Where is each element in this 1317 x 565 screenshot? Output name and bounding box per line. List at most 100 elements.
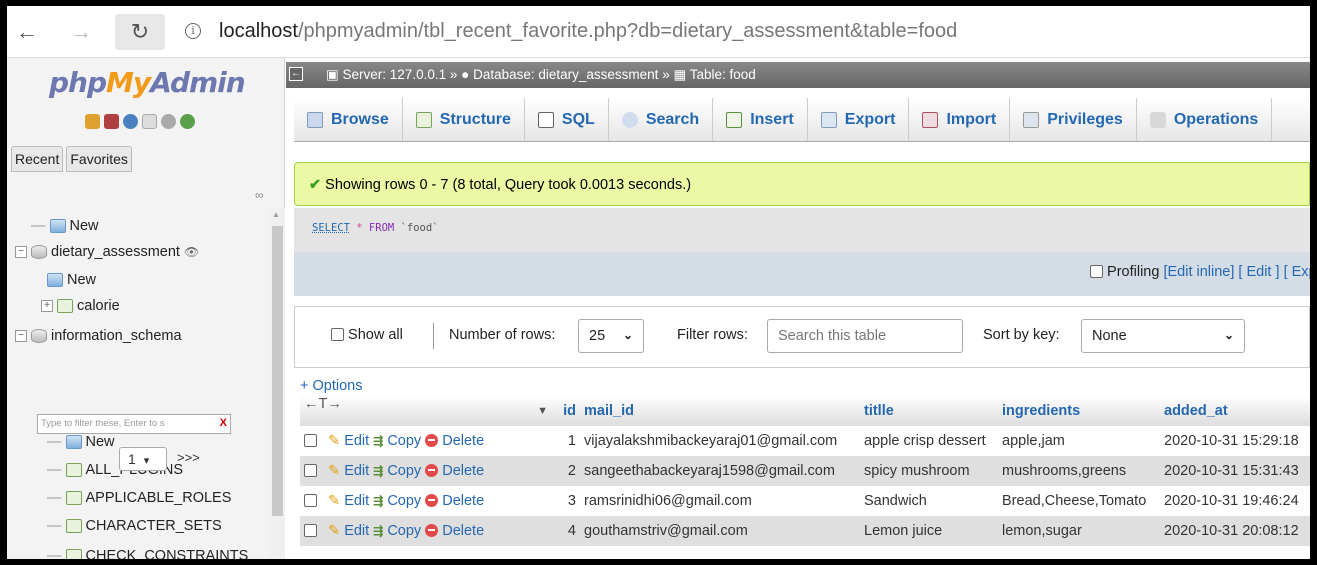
- tree-next-page-link[interactable]: >>>: [177, 450, 200, 465]
- phpmyadmin-logo[interactable]: phpMyAdmin: [49, 66, 246, 99]
- number-of-rows-select[interactable]: 25 ⌄: [578, 319, 644, 353]
- table-icon: ▦: [673, 67, 687, 82]
- info-icon[interactable]: i: [185, 23, 201, 39]
- sort-by-key-label: Sort by key:: [983, 327, 1060, 343]
- reload-button[interactable]: ↻: [115, 14, 165, 50]
- tab-structure[interactable]: Structure: [403, 98, 525, 141]
- profiling-checkbox[interactable]: [1090, 265, 1103, 278]
- breadcrumb-server[interactable]: Server: 127.0.0.1: [343, 67, 447, 82]
- copy-row-link[interactable]: ⇶ Copy: [373, 433, 421, 449]
- tab-search[interactable]: Search: [609, 98, 714, 141]
- tab-privileges[interactable]: Privileges: [1010, 98, 1137, 141]
- forward-arrow-icon: →: [70, 19, 92, 44]
- pencil-icon: ✎: [328, 493, 341, 509]
- settings-gear-icon[interactable]: [161, 114, 176, 129]
- column-header-id[interactable]: id: [552, 396, 580, 426]
- tab-browse[interactable]: Browse: [294, 98, 403, 141]
- main-panel: ▣ Server: 127.0.0.1 » ● Database: dietar…: [286, 58, 1310, 559]
- breadcrumb-table[interactable]: Table: food: [690, 67, 756, 82]
- scroll-up-icon[interactable]: ▲: [272, 210, 280, 219]
- filter-rows-input[interactable]: Search this table: [767, 319, 963, 353]
- delete-row-link[interactable]: Delete: [425, 523, 484, 539]
- tree-item-new-table[interactable]: New: [47, 272, 96, 288]
- row-checkbox[interactable]: [304, 494, 317, 507]
- column-header-ingredients[interactable]: ingredients: [998, 396, 1160, 426]
- tree-item-check-constraints[interactable]: — CHECK_CONSTRAINTS: [47, 548, 248, 559]
- reload-navigation-icon[interactable]: [180, 114, 195, 129]
- collapse-icon[interactable]: −: [15, 330, 27, 342]
- window: ← → ↻ i localhost/phpmyadmin/tbl_recent_…: [7, 6, 1310, 559]
- sidebar-scroll-thumb[interactable]: [272, 226, 283, 516]
- forward-button[interactable]: →: [63, 14, 99, 50]
- tree-item-new-view[interactable]: — New: [47, 434, 115, 450]
- edit-link[interactable]: [ Edit ]: [1238, 264, 1279, 280]
- tree-filter-input[interactable]: Type to filter these, Enter to sX: [37, 414, 231, 434]
- tree-page-select[interactable]: 1 ▾: [119, 447, 167, 471]
- table-header-row: ←T→ ▼ id mail_id titlle ingredients adde…: [300, 396, 1310, 426]
- chevron-down-icon: ⌄: [622, 328, 633, 342]
- copy-row-link[interactable]: ⇶ Copy: [373, 523, 421, 539]
- expand-icon[interactable]: +: [41, 300, 53, 312]
- tab-insert[interactable]: Insert: [713, 98, 808, 141]
- pencil-icon: ✎: [328, 523, 341, 539]
- show-all-checkbox[interactable]: [331, 328, 344, 341]
- table-row: ✎ Edit ⇶ Copy Delete 4 gouthamstriv@gmai…: [300, 516, 1310, 546]
- breadcrumb-database[interactable]: Database: dietary_assessment: [473, 67, 658, 82]
- tree-item-new[interactable]: — New: [31, 218, 99, 234]
- edit-row-link[interactable]: ✎ Edit: [328, 463, 369, 479]
- column-arrows-icon[interactable]: ←T→: [304, 396, 342, 412]
- row-checkbox[interactable]: [304, 464, 317, 477]
- column-header-mail-id[interactable]: mail_id: [580, 396, 860, 426]
- tab-recent[interactable]: Recent: [11, 146, 64, 172]
- address-bar[interactable]: localhost/phpmyadmin/tbl_recent_favorite…: [219, 20, 957, 43]
- delete-row-link[interactable]: Delete: [425, 463, 484, 479]
- edit-row-link[interactable]: ✎ Edit: [328, 433, 369, 449]
- copy-row-link[interactable]: ⇶ Copy: [373, 463, 421, 479]
- docs-icon[interactable]: [142, 114, 157, 129]
- import-icon: [922, 111, 939, 128]
- clear-filter-icon[interactable]: X: [220, 417, 227, 429]
- profiling-label: Profiling: [1107, 264, 1160, 280]
- edit-row-link[interactable]: ✎ Edit: [328, 523, 369, 539]
- row-checkbox[interactable]: [304, 434, 317, 447]
- delete-row-link[interactable]: Delete: [425, 433, 484, 449]
- copy-icon: ⇶: [373, 464, 384, 478]
- collapse-icon[interactable]: −: [15, 246, 27, 258]
- logout-icon[interactable]: [104, 114, 119, 129]
- tree-item-dietary-assessment[interactable]: − dietary_assessment 👁: [15, 244, 199, 260]
- sort-by-key-select[interactable]: None ⌄: [1081, 319, 1245, 353]
- tab-import[interactable]: Import: [909, 98, 1011, 141]
- tab-operations[interactable]: Operations: [1137, 98, 1273, 141]
- sort-dropdown-icon[interactable]: ▼: [537, 396, 548, 426]
- eye-icon[interactable]: 👁: [184, 245, 199, 259]
- column-header-titlle[interactable]: titlle: [860, 396, 998, 426]
- tab-sql[interactable]: SQL: [525, 98, 609, 141]
- tree-item-character-sets[interactable]: — CHARACTER_SETS: [47, 518, 222, 534]
- delete-icon: [425, 524, 439, 537]
- delete-icon: [425, 464, 439, 477]
- cell-id: 3: [552, 486, 580, 516]
- home-icon[interactable]: [85, 114, 100, 129]
- edit-row-link[interactable]: ✎ Edit: [328, 493, 369, 509]
- tab-export[interactable]: Export: [808, 98, 910, 141]
- back-button[interactable]: ←: [9, 14, 45, 50]
- copy-row-link[interactable]: ⇶ Copy: [373, 493, 421, 509]
- options-link[interactable]: + Options: [300, 378, 362, 394]
- tab-favorites[interactable]: Favorites: [66, 146, 132, 172]
- new-icon: [47, 273, 63, 287]
- url-path: /phpmyadmin/tbl_recent_favorite.php?db=d…: [297, 20, 958, 42]
- row-checkbox[interactable]: [304, 524, 317, 537]
- help-icon[interactable]: [123, 114, 138, 129]
- tree-item-information-schema[interactable]: − information_schema: [15, 328, 182, 344]
- tree-item-applicable-roles[interactable]: — APPLICABLE_ROLES: [47, 490, 231, 506]
- explain-link[interactable]: [ Explai: [1284, 264, 1310, 280]
- delete-row-link[interactable]: Delete: [425, 493, 484, 509]
- edit-inline-link[interactable]: [Edit inline]: [1163, 264, 1234, 280]
- collapse-navigation-icon[interactable]: ←: [289, 67, 303, 81]
- column-header-added-at[interactable]: added_at: [1160, 396, 1310, 426]
- tree-item-calorie[interactable]: + calorie: [41, 298, 120, 314]
- link-with-main-panel-icon[interactable]: ∞: [255, 188, 264, 202]
- show-all-toggle[interactable]: Show all: [331, 327, 403, 343]
- pencil-icon: ✎: [328, 433, 341, 449]
- cell-added-at: 2020-10-31 15:29:18: [1160, 426, 1310, 456]
